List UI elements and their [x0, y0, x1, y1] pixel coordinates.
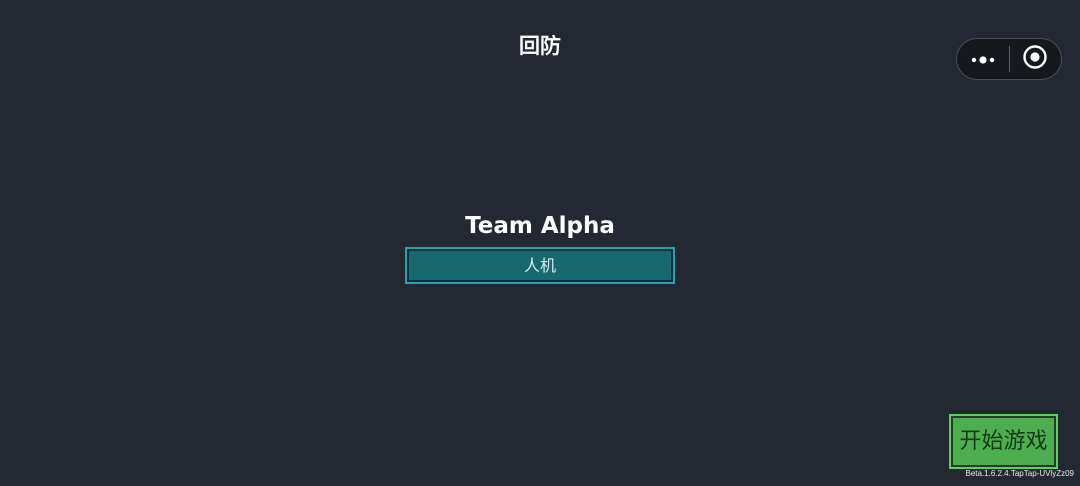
more-button[interactable] [957, 39, 1009, 79]
close-button[interactable] [1009, 39, 1061, 79]
page-title: 回防 [519, 34, 561, 58]
mode-button-label: 人机 [409, 251, 671, 280]
more-dots-icon [970, 50, 996, 69]
version-label: Beta.1.6.2.4.TapTap-UVlyZz09 [965, 469, 1074, 478]
start-game-label: 开始游戏 [953, 418, 1054, 465]
target-circle-icon [1022, 44, 1048, 74]
team-name: Team Alpha [465, 213, 615, 239]
start-game-button[interactable]: 开始游戏 [949, 414, 1058, 469]
mini-program-capsule [956, 38, 1062, 80]
mode-button[interactable]: 人机 [405, 247, 675, 284]
game-screen: 回防 Team Alpha 人机 开始游戏 Beta.1.6.2.4.TapTa… [0, 0, 1080, 486]
